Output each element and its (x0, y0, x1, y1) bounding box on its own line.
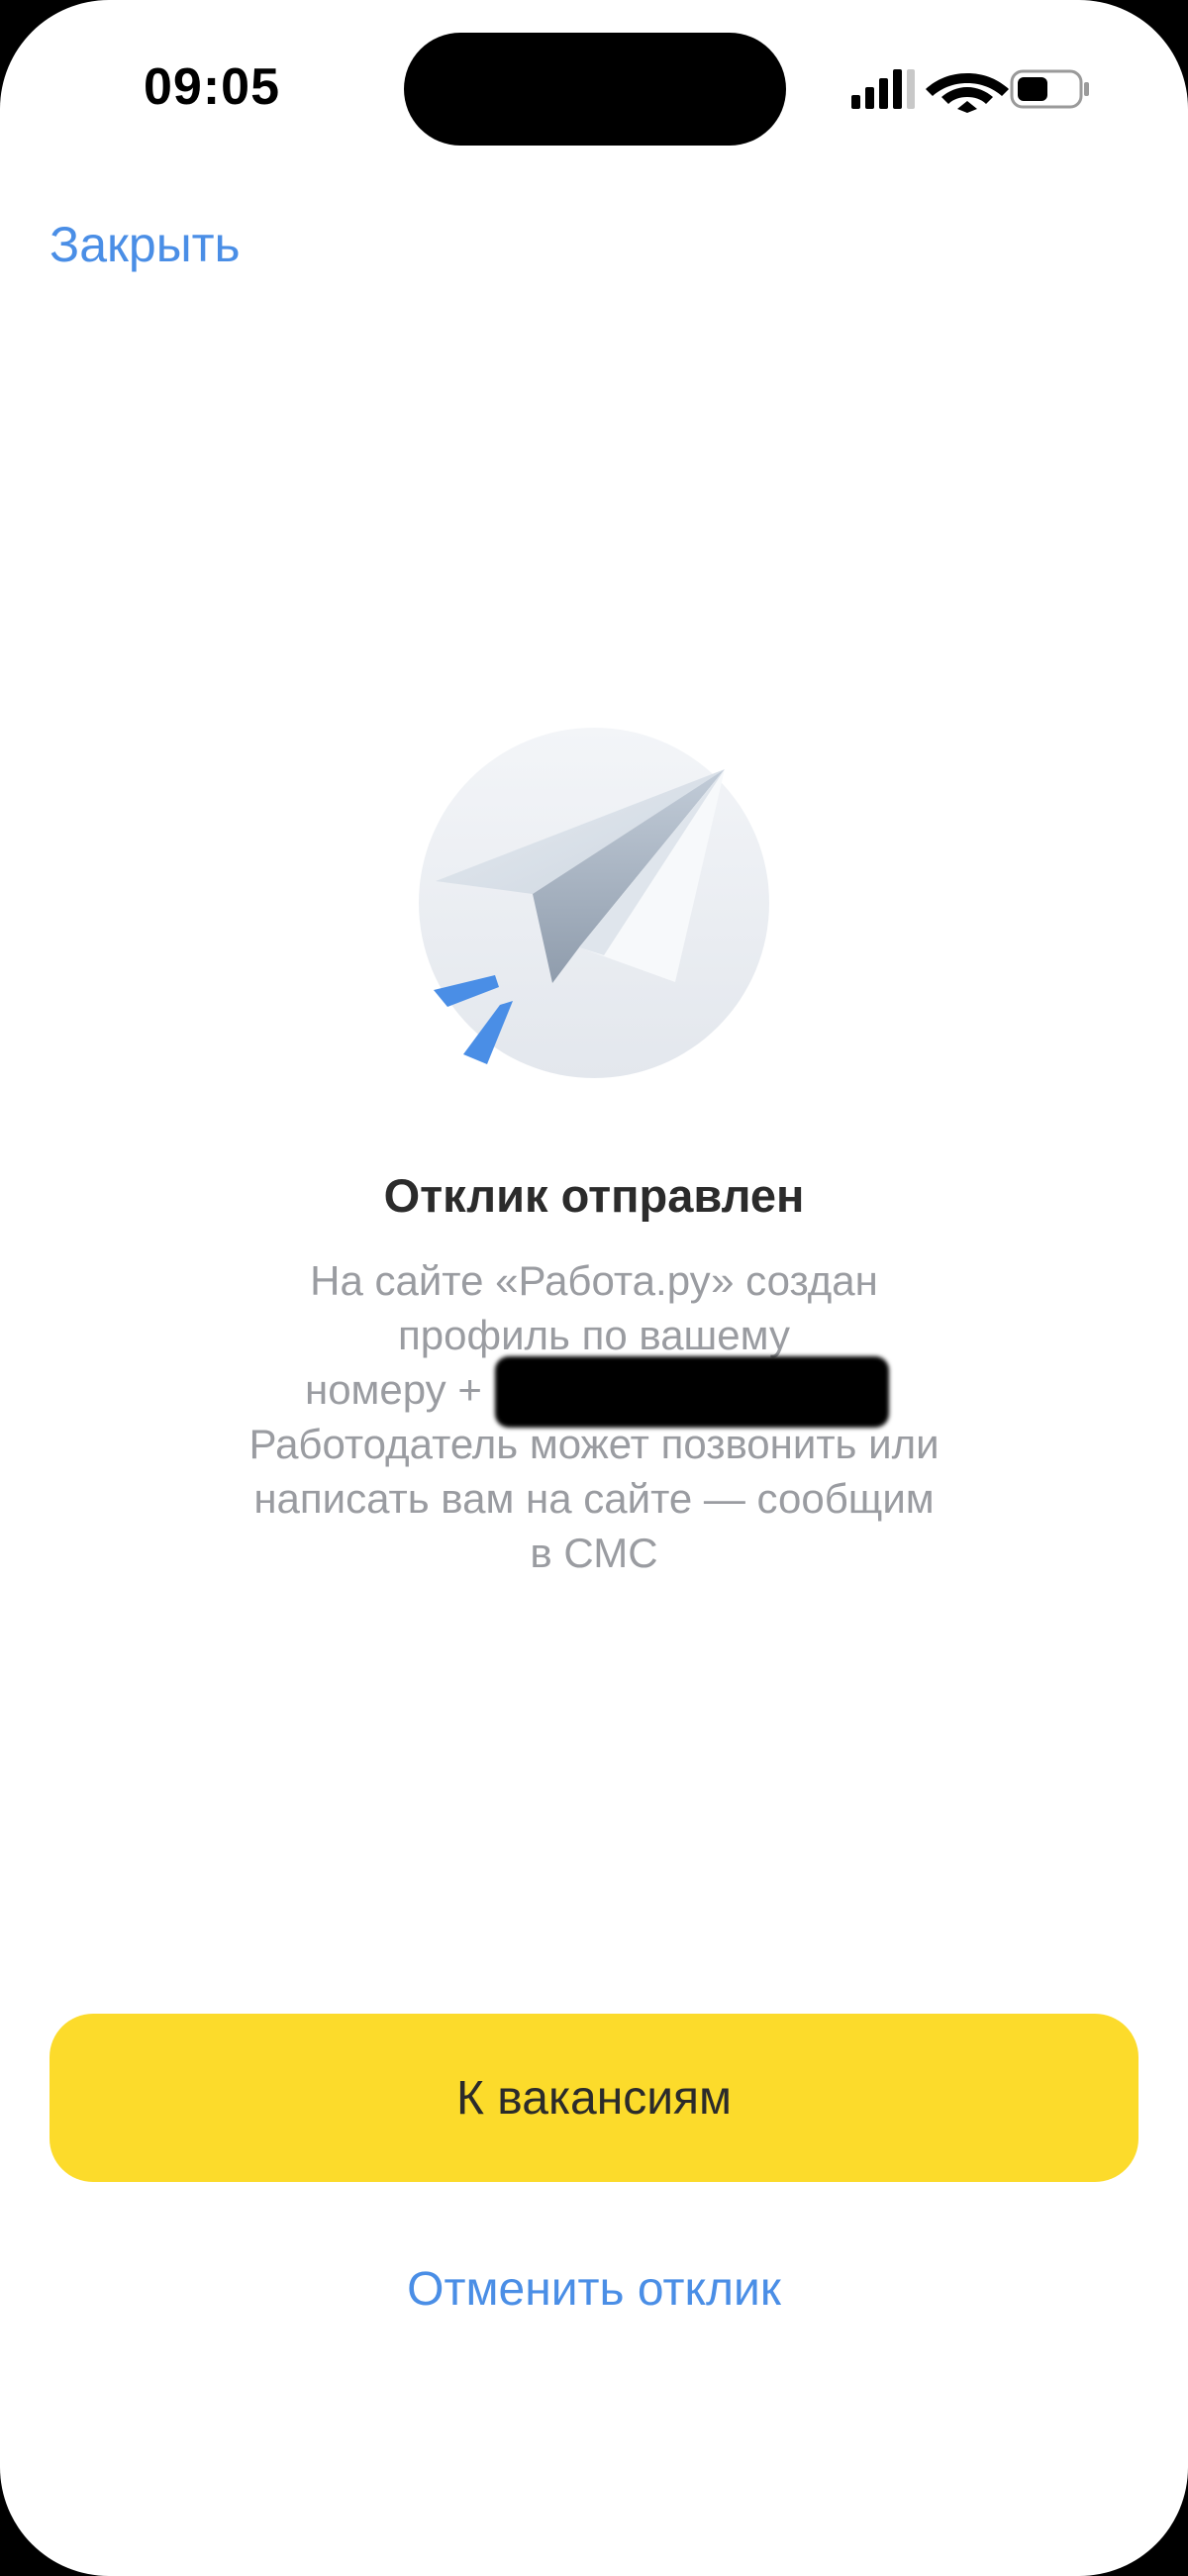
wifi-icon (926, 73, 1009, 113)
description-line: в СМС (530, 1530, 658, 1576)
dynamic-island (404, 33, 786, 146)
status-icons (851, 69, 1089, 113)
redacted-phone-number (495, 1356, 889, 1428)
cellular-signal-icon (851, 69, 915, 109)
paper-plane-icon (419, 728, 769, 1078)
cancel-response-button[interactable]: Отменить отклик (0, 2262, 1188, 2317)
status-time: 09:05 (144, 58, 280, 116)
confirmation-title: Отклик отправлен (383, 1169, 805, 1222)
description-line: На сайте «Работа.ру» создан (310, 1257, 878, 1304)
description-line: профиль по вашему (398, 1312, 790, 1358)
status-bar: 09:05 (0, 0, 1188, 178)
battery-icon (1010, 69, 1089, 109)
close-button[interactable]: Закрыть (50, 216, 241, 273)
phone-screen: 09:05 Закрыть Отклик отправлен На сайте … (0, 0, 1188, 2576)
to-vacancies-button[interactable]: К вакансиям (50, 2014, 1138, 2182)
description-line: написать вам на сайте — сообщим (253, 1475, 935, 1522)
